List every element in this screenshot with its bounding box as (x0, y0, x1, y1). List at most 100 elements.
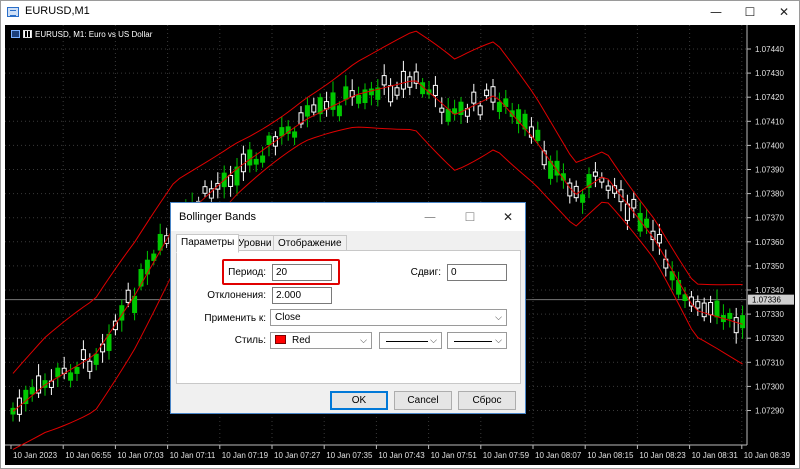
time-label: 10 Jan 07:27 (274, 451, 321, 460)
chart-header: EURUSD, M1: Euro vs US Dollar (11, 30, 152, 39)
candle-body (484, 89, 490, 97)
price-label: 1.07300 (755, 382, 784, 391)
candle-body (55, 367, 61, 378)
window-title: EURUSD,M1 (25, 5, 90, 17)
symbol-icon (11, 30, 20, 38)
candle-body (733, 317, 739, 334)
candle-body (714, 300, 720, 318)
style-label: Стиль: (234, 335, 266, 346)
ok-button[interactable]: OK (330, 391, 388, 410)
candle-body (68, 372, 74, 381)
time-label: 10 Jan 07:51 (431, 451, 478, 460)
candle-body (471, 91, 477, 104)
line-width-icon (454, 341, 492, 342)
apply-to-value: Close (275, 312, 301, 323)
time-label: 10 Jan 07:59 (483, 451, 530, 460)
price-label: 1.07390 (755, 166, 784, 175)
candle-body (445, 108, 451, 122)
candle-body (292, 131, 298, 138)
shift-label: Сдвиг: (410, 267, 441, 278)
candle-body (324, 101, 330, 110)
price-label: 1.07380 (755, 190, 784, 199)
candle-body (708, 301, 714, 316)
time-label: 10 Jan 07:03 (117, 451, 164, 460)
candle-body (87, 360, 93, 372)
candle-body (676, 280, 682, 295)
candle-body (740, 315, 746, 329)
candle-body (631, 198, 637, 209)
candle-body (381, 75, 387, 86)
apply-to-select[interactable]: Close ⌵ (270, 309, 507, 326)
tab-parameters[interactable]: Параметры (176, 234, 240, 253)
current-price-label: 1.07336 (752, 296, 781, 305)
time-label: 10 Jan 08:15 (587, 451, 634, 460)
chevron-down-icon: ⌵ (430, 335, 437, 345)
price-label: 1.07370 (755, 214, 784, 223)
dialog-close-button[interactable]: ✕ (495, 207, 521, 227)
minimize-button[interactable]: — (699, 1, 733, 24)
price-label: 1.07320 (755, 334, 784, 343)
shift-input[interactable]: 0 (447, 264, 507, 281)
candle-body (144, 259, 150, 275)
cancel-button[interactable]: Cancel (394, 391, 452, 410)
price-label: 1.07350 (755, 262, 784, 271)
chevron-down-icon: ⌵ (495, 335, 502, 345)
candle-body (311, 104, 317, 113)
candle-body (580, 194, 586, 203)
time-label: 10 Jan 07:43 (378, 451, 425, 460)
time-label: 10 Jan 2023 (13, 451, 58, 460)
line-style-select[interactable]: ⌵ (379, 332, 442, 349)
price-label: 1.07400 (755, 141, 784, 150)
candle-body (496, 101, 502, 112)
price-label: 1.07410 (755, 117, 784, 126)
line-style-icon (386, 341, 428, 342)
dialog-titlebar: Bollinger Bands — ☐ ✕ (171, 203, 525, 231)
candle-body (439, 107, 445, 113)
candle-body (432, 84, 438, 96)
candle-body (592, 171, 598, 177)
deviation-input[interactable]: 2.000 (272, 287, 332, 304)
color-swatch-icon (275, 335, 286, 344)
dialog-minimize-icon: — (424, 210, 436, 224)
deviation-label: Отклонения: (207, 290, 266, 301)
candle-body (394, 87, 400, 96)
time-label: 10 Jan 07:11 (170, 451, 216, 460)
price-label: 1.07440 (755, 45, 784, 54)
candle-body (260, 155, 266, 163)
candle-body (388, 85, 394, 103)
price-label: 1.07360 (755, 238, 784, 247)
color-select[interactable]: Red ⌵ (270, 332, 372, 349)
candle-body (368, 88, 374, 96)
candle-body (29, 387, 35, 395)
candle-body (132, 295, 138, 314)
time-label: 10 Jan 06:55 (65, 451, 112, 460)
period-highlight-box (222, 259, 340, 285)
price-label: 1.07330 (755, 310, 784, 319)
line-width-select[interactable]: ⌵ (447, 332, 507, 349)
time-label: 10 Jan 08:23 (639, 451, 686, 460)
candle-body (202, 186, 208, 194)
candle-body (93, 353, 99, 365)
candle-body (247, 149, 253, 166)
candle-body (477, 105, 483, 116)
candle-body (573, 185, 579, 199)
candle-body (535, 129, 541, 141)
reset-button[interactable]: Сброс (458, 391, 516, 410)
candle-body (343, 86, 349, 100)
maximize-button[interactable]: ☐ (733, 1, 767, 24)
candle-body (279, 127, 285, 137)
candle-body (727, 312, 733, 319)
price-label: 1.07310 (755, 358, 784, 367)
window-titlebar: EURUSD,M1 — ☐ ✕ (1, 1, 799, 24)
time-label: 10 Jan 07:35 (326, 451, 373, 460)
candle-body (701, 302, 707, 318)
chart-window-icon (7, 7, 19, 17)
terminal-window: EURUSD,M1 — ☐ ✕ 1.07440 1.07430 1.07420 1.0… (0, 0, 800, 469)
chart-header-text: EURUSD, M1: Euro vs US Dollar (35, 30, 153, 39)
timeframe-icon (23, 30, 32, 38)
time-label: 10 Jan 08:31 (692, 451, 739, 460)
candle-body (656, 234, 662, 244)
price-label: 1.07340 (755, 286, 784, 295)
close-button[interactable]: ✕ (767, 1, 800, 24)
candle-body (266, 135, 272, 146)
